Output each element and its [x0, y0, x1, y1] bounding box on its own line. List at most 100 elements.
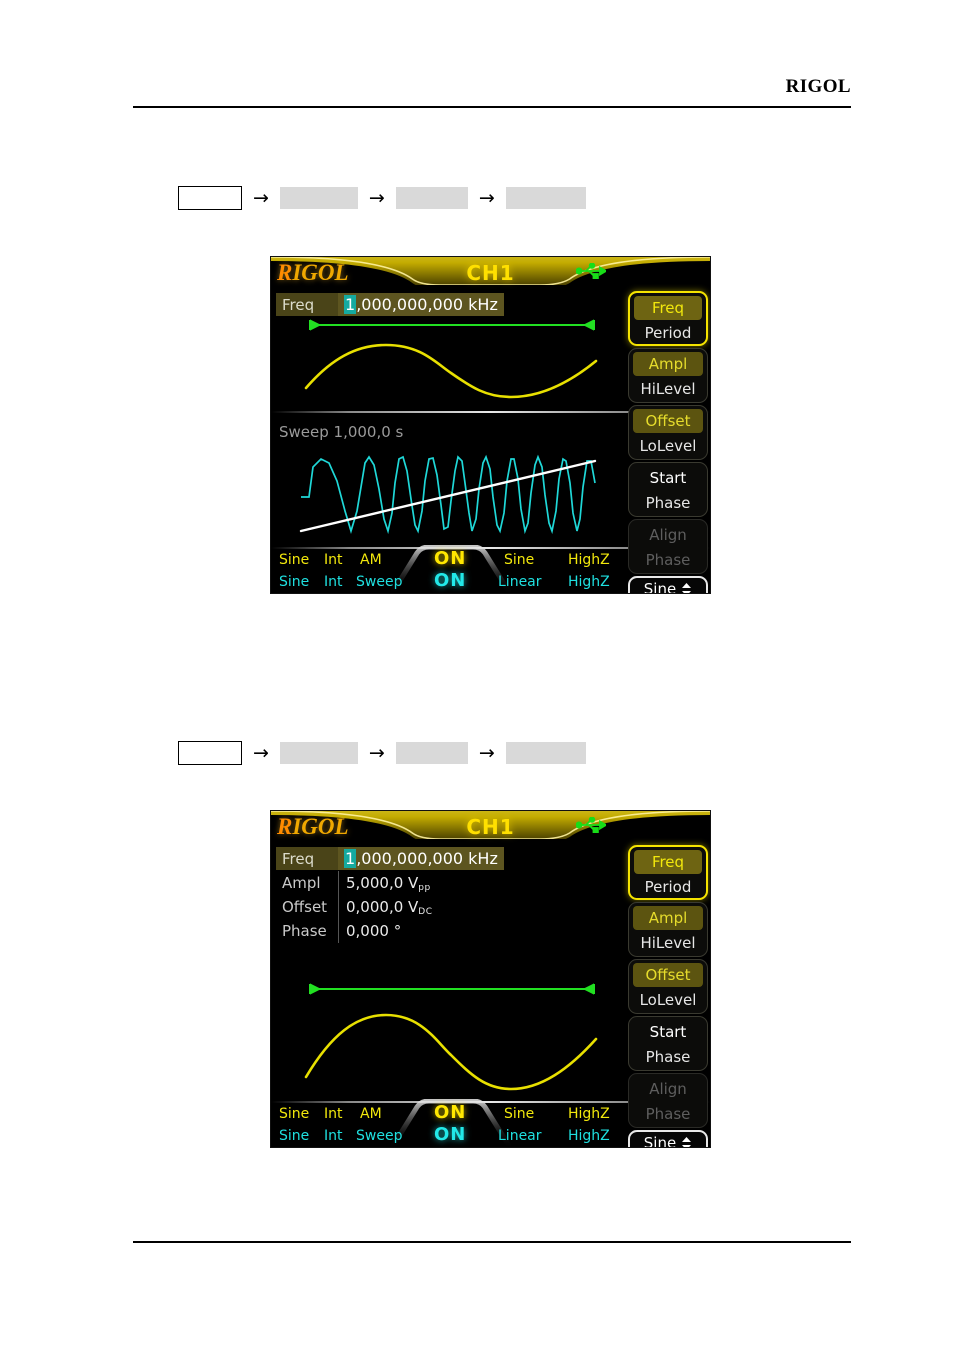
softkey-freq-label: Freq [634, 850, 702, 874]
parameter-key-ampl: Ampl [282, 874, 321, 892]
status-row1-output: ON [434, 1102, 467, 1123]
frequency-value-rest: ,000,000,000 [356, 849, 464, 868]
status-row2-waveform: Sine [279, 574, 310, 590]
chevron-updown-icon [681, 1136, 692, 1147]
status-row1-source: Int [324, 1106, 343, 1122]
parameter-value-phase: 0,000 ° [346, 922, 401, 940]
display-title-bar: RIGOL CH1 [271, 257, 710, 289]
frequency-cursor-digit: 1 [344, 295, 357, 314]
frequency-unit: kHz [468, 849, 498, 868]
channel-label: CH1 [466, 815, 515, 839]
breadcrumb-arrow-icon: → [368, 741, 385, 764]
breadcrumb-front-panel-key[interactable] [178, 741, 242, 765]
status-row2-output: ON [434, 1124, 467, 1145]
frequency-value-rest: ,000,000,000 [356, 295, 464, 314]
status-row1-impedance: HighZ [568, 552, 610, 568]
breadcrumb-step-2[interactable] [395, 742, 468, 764]
softkey-hilevel-label: HiLevel [640, 380, 696, 398]
breadcrumb-arrow-icon: → [253, 741, 269, 764]
breadcrumb-step-2[interactable] [395, 187, 468, 209]
status-row1-impedance: HighZ [568, 1106, 610, 1122]
softkey-alignphase-label: Phase [645, 551, 691, 569]
waveform-select-value: Sine [643, 1134, 677, 1148]
parameter-value-phase-main: 0,000 ° [346, 922, 402, 940]
parameter-divider [338, 919, 339, 943]
parameter-row-offset[interactable]: Offset 0,000,0 VDC [276, 895, 433, 919]
breadcrumb-arrow-icon: → [368, 186, 385, 209]
softkey-ampl-hilevel[interactable]: Ampl HiLevel [628, 348, 708, 403]
breadcrumb-arrow-icon: → [478, 186, 495, 209]
page-header: RIGOL [133, 76, 851, 116]
parameter-value-ampl: 5,000,0 Vpp [346, 874, 431, 893]
softkey-offset-lolevel[interactable]: Offset LoLevel [628, 405, 708, 460]
breadcrumb-arrow-icon: → [478, 741, 495, 764]
status-row1-mod: AM [360, 552, 382, 568]
softkey-start-phase[interactable]: Start Phase [628, 462, 708, 517]
softkey-lolevel-label: LoLevel [639, 437, 697, 455]
frequency-label: Freq [276, 293, 338, 316]
frequency-label: Freq [276, 847, 338, 870]
softkey-start-phase[interactable]: Start Phase [628, 1016, 708, 1071]
status-row1-type: Sine [504, 1106, 535, 1122]
softkey-align-label: Align [649, 526, 687, 544]
sine-waveform-preview [304, 1013, 598, 1091]
softkey-offset-lolevel[interactable]: Offset LoLevel [628, 959, 708, 1014]
parameter-value-offset: 0,000,0 VDC [346, 898, 433, 917]
status-row2-impedance: HighZ [568, 1128, 610, 1144]
softkey-ampl-hilevel[interactable]: Ampl HiLevel [628, 902, 708, 957]
parameter-value-offset-sub: DC [418, 907, 433, 917]
softkey-phase-label: Phase [645, 1048, 691, 1066]
softkey-offset-label: Offset [633, 963, 703, 987]
status-row2-output: ON [434, 570, 467, 591]
frequency-readout[interactable]: Freq 1,000,000,000 kHz [276, 293, 504, 316]
status-row2-mode: Sweep [356, 574, 403, 590]
usb-icon [576, 263, 606, 279]
parameter-value-offset-main: 0,000,0 V [346, 898, 419, 916]
softkey-freq-period[interactable]: Freq Period [628, 291, 708, 346]
softkey-start-label: Start [649, 469, 687, 487]
status-row1-source: Int [324, 552, 343, 568]
status-row2-source: Int [324, 574, 343, 590]
parameter-value-ampl-main: 5,000,0 V [346, 874, 419, 892]
waveform-select[interactable]: Sine [628, 1130, 708, 1148]
status-row2-source: Int [324, 1128, 343, 1144]
frequency-cursor-digit: 1 [344, 849, 357, 868]
parameter-value-ampl-sub: pp [418, 883, 431, 893]
softkey-align-label: Align [649, 1080, 687, 1098]
sweep-waveform-preview [299, 454, 597, 535]
parameter-row-phase[interactable]: Phase 0,000 ° [276, 919, 433, 943]
softkey-align-phase: Align Phase [628, 1073, 708, 1128]
frequency-unit: kHz [468, 295, 498, 314]
status-row1-waveform: Sine [279, 552, 310, 568]
breadcrumb-step-3[interactable] [505, 742, 586, 764]
softkey-menu: Freq Period Ampl HiLevel Offset LoLevel … [628, 845, 708, 1148]
softkey-alignphase-label: Phase [645, 1105, 691, 1123]
breadcrumb-step-3[interactable] [505, 187, 586, 209]
header-divider [133, 106, 851, 108]
page-header-brand: RIGOL [785, 76, 851, 97]
status-row1-waveform: Sine [279, 1106, 310, 1122]
waveform-select[interactable]: Sine [628, 576, 708, 594]
waveform-select-value: Sine [643, 580, 677, 594]
softkey-period-label: Period [644, 324, 692, 342]
softkey-period-label: Period [644, 878, 692, 896]
status-row1-type: Sine [504, 552, 535, 568]
breadcrumb: → → → [178, 185, 586, 211]
parameter-row-ampl[interactable]: Ampl 5,000,0 Vpp [276, 871, 433, 895]
softkey-ampl-label: Ampl [633, 906, 703, 930]
period-marker-arrow [309, 983, 595, 995]
frequency-readout[interactable]: Freq 1,000,000,000 kHz [276, 847, 504, 870]
display-title-bar: RIGOL CH1 [271, 811, 710, 843]
frequency-value[interactable]: 1,000,000,000 kHz [338, 293, 504, 316]
period-marker-arrow [309, 319, 595, 331]
breadcrumb-step-1[interactable] [279, 742, 358, 764]
frequency-value[interactable]: 1,000,000,000 kHz [338, 847, 504, 870]
status-row2-sweep-type: Linear [498, 1128, 542, 1144]
breadcrumb-step-1[interactable] [279, 187, 358, 209]
breadcrumb-front-panel-key[interactable] [178, 186, 242, 210]
breadcrumb-arrow-icon: → [253, 186, 269, 209]
softkey-freq-period[interactable]: Freq Period [628, 845, 708, 900]
sweep-time-label: Sweep 1,000,0 s [279, 423, 403, 441]
parameter-divider [338, 895, 339, 919]
status-row2-impedance: HighZ [568, 574, 610, 590]
